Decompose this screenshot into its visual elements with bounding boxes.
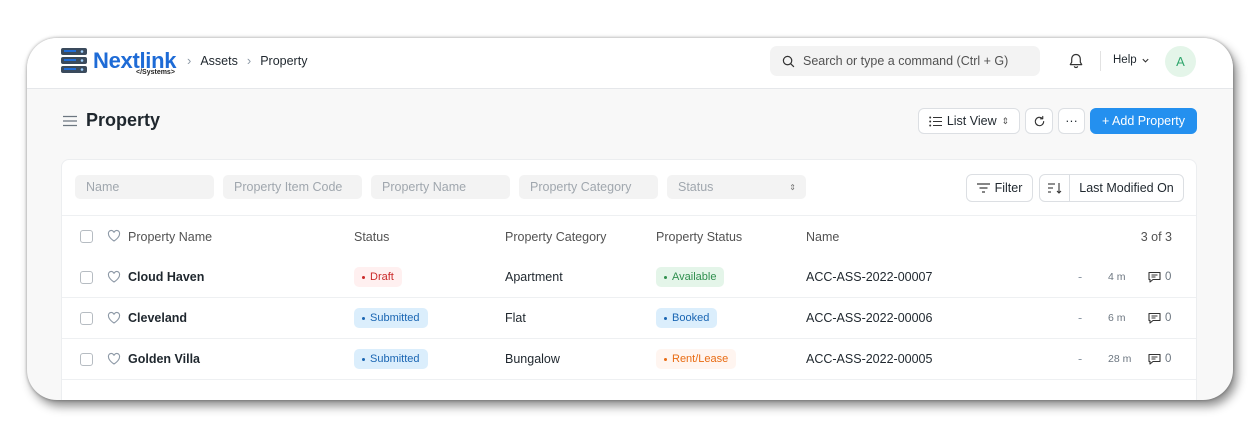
table-header: Property Name Status Property Category P…	[62, 216, 1196, 257]
search-bar[interactable]: Search or type a command (Ctrl + G)	[770, 46, 1040, 76]
page-title: Property	[86, 110, 161, 130]
dash: -	[1078, 311, 1083, 325]
property-category: Flat	[505, 311, 526, 325]
menu-icon[interactable]	[63, 115, 77, 127]
header-category: Property Category	[505, 229, 607, 244]
record-name: ACC-ASS-2022-00007	[806, 270, 933, 284]
property-name-filter-input[interactable]: Property Name	[371, 175, 510, 199]
add-property-button[interactable]: + Add Property	[1090, 108, 1197, 134]
refresh-button[interactable]	[1025, 108, 1053, 134]
header-name: Name	[806, 229, 840, 244]
select-all-checkbox[interactable]	[80, 230, 93, 243]
property-name[interactable]: Cleveland	[128, 298, 187, 338]
breadcrumb: › Assets › Property	[187, 53, 307, 68]
table-row[interactable]: Cloud Haven Draft Apartment Available AC…	[62, 257, 1196, 298]
sort-descending-icon	[1047, 183, 1061, 194]
record-name: ACC-ASS-2022-00006	[806, 311, 933, 325]
help-menu[interactable]: Help	[1113, 54, 1150, 66]
app-window: Nextlink </Systems> › Assets › Property …	[27, 38, 1233, 400]
modified-time: 28 m	[1108, 353, 1132, 365]
property-name[interactable]: Golden Villa	[128, 339, 200, 379]
property-status-badge: Booked	[656, 308, 718, 328]
divider	[1100, 51, 1101, 71]
status-badge: Submitted	[354, 308, 428, 328]
table-row[interactable]: Cleveland Submitted Flat Booked ACC-ASS-…	[62, 298, 1196, 339]
modified-time: 6 m	[1108, 312, 1126, 324]
property-status-badge: Available	[656, 267, 725, 287]
avatar[interactable]: A	[1165, 46, 1196, 77]
row-checkbox[interactable]	[80, 271, 93, 284]
comment-icon	[1148, 312, 1161, 324]
more-icon: ···	[1065, 114, 1078, 128]
sort-control: Last Modified On	[1039, 174, 1184, 202]
search-placeholder: Search or type a command (Ctrl + G)	[803, 54, 1009, 68]
sort-order-button[interactable]	[1040, 175, 1070, 201]
comment-icon	[1148, 271, 1161, 283]
search-icon	[782, 55, 795, 67]
property-status-badge: Rent/Lease	[656, 349, 737, 369]
header-property-status: Property Status	[656, 229, 743, 244]
status-filter-placeholder: Status	[678, 180, 714, 194]
list-card: Name Property Item Code Property Name Pr…	[61, 159, 1197, 400]
heart-icon[interactable]	[107, 352, 121, 366]
property-category: Apartment	[505, 270, 563, 284]
bell-icon[interactable]	[1067, 52, 1085, 70]
help-label: Help	[1113, 54, 1137, 66]
breadcrumb-assets[interactable]: Assets	[200, 54, 238, 68]
status-filter-select[interactable]: Status ⇕	[667, 175, 806, 199]
name-filter-input[interactable]: Name	[75, 175, 214, 199]
status-badge: Draft	[354, 267, 402, 287]
row-checkbox[interactable]	[80, 353, 93, 366]
row-checkbox[interactable]	[80, 312, 93, 325]
header-status: Status	[354, 229, 390, 244]
record-name: ACC-ASS-2022-00005	[806, 352, 933, 366]
filter-bar: Name Property Item Code Property Name Pr…	[62, 160, 1196, 216]
status-badge: Submitted	[354, 349, 428, 369]
filter-button[interactable]: Filter	[966, 174, 1033, 202]
heart-icon[interactable]	[107, 311, 121, 325]
comment-icon	[1148, 353, 1161, 365]
logo-subtext: </Systems>	[136, 69, 175, 76]
dash: -	[1078, 352, 1083, 366]
property-name[interactable]: Cloud Haven	[128, 257, 204, 297]
table-row[interactable]: Golden Villa Submitted Bungalow Rent/Lea…	[62, 339, 1196, 380]
heart-icon[interactable]	[107, 229, 121, 243]
category-filter-input[interactable]: Property Category	[519, 175, 658, 199]
property-category: Bungalow	[505, 352, 560, 366]
chevron-down-icon	[1142, 58, 1149, 63]
item-code-filter-input[interactable]: Property Item Code	[223, 175, 362, 199]
heart-icon[interactable]	[107, 270, 121, 284]
filter-label: Filter	[994, 181, 1023, 195]
chevron-right-icon: ›	[246, 53, 252, 68]
filter-icon	[976, 183, 990, 193]
comment-count: 0	[1148, 257, 1171, 297]
sort-by-button[interactable]: Last Modified On	[1070, 181, 1183, 195]
logo[interactable]: Nextlink </Systems>	[59, 47, 181, 79]
header-property-name: Property Name	[128, 229, 213, 244]
modified-time: 4 m	[1108, 271, 1126, 283]
navbar: Nextlink </Systems> › Assets › Property …	[27, 38, 1233, 89]
list-view-button[interactable]: List View ⇕	[918, 108, 1020, 134]
select-arrows-icon: ⇕	[1001, 115, 1010, 126]
record-count: 3 of 3	[1140, 229, 1172, 244]
comment-count: 0	[1148, 339, 1171, 379]
chevron-right-icon: ›	[187, 53, 192, 68]
server-logo-icon	[61, 48, 87, 73]
list-view-label: List View	[946, 114, 997, 128]
more-actions-button[interactable]: ···	[1058, 108, 1085, 134]
comment-count: 0	[1148, 298, 1171, 338]
breadcrumb-property[interactable]: Property	[260, 54, 307, 68]
list-icon	[929, 116, 942, 126]
dash: -	[1078, 270, 1083, 284]
select-arrows-icon: ⇕	[789, 182, 796, 192]
refresh-icon	[1034, 115, 1044, 126]
